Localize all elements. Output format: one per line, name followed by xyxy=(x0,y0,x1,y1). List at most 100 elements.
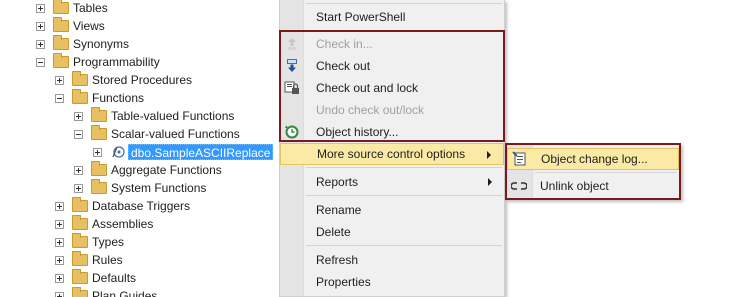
submenu-item-object-change-log[interactable]: Object change log... xyxy=(507,148,679,170)
folder-icon xyxy=(72,233,88,248)
expand-icon[interactable] xyxy=(74,165,83,175)
folder-icon xyxy=(53,35,69,50)
tree-node-label: Defaults xyxy=(92,271,137,285)
folder-icon xyxy=(72,71,88,86)
tree-node-label: Database Triggers xyxy=(92,199,191,213)
collapse-icon[interactable] xyxy=(55,93,64,103)
submenu-item-unlink-object[interactable]: Unlink object xyxy=(507,175,679,197)
tree-node-functions[interactable]: Functions xyxy=(55,89,144,107)
folder-icon xyxy=(53,0,69,14)
tree-node-label: Rules xyxy=(92,253,123,267)
check-out-icon xyxy=(284,58,300,74)
menu-item-undo-check-out[interactable]: Undo check out/lock xyxy=(280,99,504,121)
tree-node-database-triggers[interactable]: Database Triggers xyxy=(55,197,190,215)
menu-item-properties[interactable]: Properties xyxy=(280,271,504,293)
tree-node-synonyms[interactable]: Synonyms xyxy=(36,35,129,53)
folder-icon xyxy=(72,287,88,297)
check-out-lock-icon xyxy=(284,80,300,96)
collapse-icon[interactable] xyxy=(36,57,45,67)
expand-icon[interactable] xyxy=(55,219,64,229)
expand-icon[interactable] xyxy=(55,273,64,283)
tree-node-stored-procedures[interactable]: Stored Procedures xyxy=(55,71,192,89)
expand-icon[interactable] xyxy=(93,147,102,157)
tree-node-rules[interactable]: Rules xyxy=(55,251,123,269)
menu-item-label: Start PowerShell xyxy=(316,10,406,24)
submenu-arrow-icon xyxy=(488,178,492,186)
change-log-icon xyxy=(512,151,528,167)
folder-icon xyxy=(53,17,69,32)
tree-node-label: Plan Guides xyxy=(92,289,158,297)
tree-node-label: Synonyms xyxy=(73,37,130,51)
menu-item-label: Refresh xyxy=(316,253,359,267)
folder-icon xyxy=(91,179,107,194)
expand-icon[interactable] xyxy=(55,255,64,265)
object-explorer-tree: Tables Views Synonyms Programmability St… xyxy=(0,0,280,297)
folder-icon xyxy=(91,161,107,176)
selected-node-label: dbo.SampleASCIIReplace xyxy=(128,144,274,160)
folder-icon xyxy=(53,53,69,68)
menu-item-delete[interactable]: Delete xyxy=(280,221,504,243)
expand-icon[interactable] xyxy=(55,291,64,297)
tree-node-sample-ascii-replace[interactable]: dbo.SampleASCIIReplace xyxy=(93,143,274,161)
tree-node-defaults[interactable]: Defaults xyxy=(55,269,136,287)
tree-node-label: Tables xyxy=(73,1,108,15)
scalar-function-icon xyxy=(110,145,126,159)
tree-node-programmability[interactable]: Programmability xyxy=(36,53,160,71)
menu-item-label: Undo check out/lock xyxy=(316,103,425,117)
tree-node-label: Aggregate Functions xyxy=(111,163,222,177)
expand-icon[interactable] xyxy=(55,201,64,211)
menu-item-object-history[interactable]: Object history... xyxy=(280,121,504,143)
tree-node-label: Programmability xyxy=(73,55,160,69)
menu-item-reports[interactable]: Reports xyxy=(280,171,504,193)
menu-separator xyxy=(306,245,502,246)
tree-node-plan-guides[interactable]: Plan Guides xyxy=(55,287,157,297)
history-icon xyxy=(284,124,300,140)
expand-icon[interactable] xyxy=(74,183,83,193)
expand-icon[interactable] xyxy=(36,21,45,31)
expand-icon[interactable] xyxy=(55,237,64,247)
expand-icon[interactable] xyxy=(36,39,45,49)
check-in-icon xyxy=(284,36,300,52)
menu-item-label: Object history... xyxy=(316,125,399,139)
unlink-icon xyxy=(511,178,527,194)
menu-item-start-powershell[interactable]: Start PowerShell xyxy=(280,6,504,28)
collapse-icon[interactable] xyxy=(74,129,83,139)
folder-icon xyxy=(72,251,88,266)
tree-node-views[interactable]: Views xyxy=(36,17,105,35)
menu-item-check-out-and-lock[interactable]: Check out and lock xyxy=(280,77,504,99)
tree-node-label: Types xyxy=(92,235,125,249)
expand-icon[interactable] xyxy=(36,3,45,13)
submenu-separator xyxy=(535,172,677,173)
tree-node-label: Stored Procedures xyxy=(92,73,193,87)
tree-node-scalar-valued-functions[interactable]: Scalar-valued Functions xyxy=(74,125,240,143)
submenu-arrow-icon xyxy=(487,151,491,159)
menu-item-label: Rename xyxy=(316,203,362,217)
tree-node-tables[interactable]: Tables xyxy=(36,0,108,17)
context-menu: Start PowerShell Check in... Check out C… xyxy=(279,0,505,297)
menu-item-label: Check out xyxy=(316,59,371,73)
menu-separator xyxy=(306,195,502,196)
expand-icon[interactable] xyxy=(55,75,64,85)
tree-node-aggregate-functions[interactable]: Aggregate Functions xyxy=(74,161,222,179)
folder-icon xyxy=(91,125,107,140)
menu-item-more-source-control[interactable]: More source control options xyxy=(280,143,504,165)
tree-node-types[interactable]: Types xyxy=(55,233,124,251)
menu-item-label: Properties xyxy=(316,275,371,289)
tree-node-system-functions[interactable]: System Functions xyxy=(74,179,206,197)
tree-node-label: System Functions xyxy=(111,181,207,195)
folder-icon xyxy=(91,107,107,122)
menu-item-label: More source control options xyxy=(317,147,466,161)
menu-item-rename[interactable]: Rename xyxy=(280,199,504,221)
folder-icon xyxy=(72,215,88,230)
menu-item-check-out[interactable]: Check out xyxy=(280,55,504,77)
menu-item-label: Check out and lock xyxy=(316,81,419,95)
submenu-item-label: Unlink object xyxy=(540,179,609,193)
tree-node-label: Views xyxy=(73,19,105,33)
menu-item-label: Check in... xyxy=(316,37,373,51)
tree-node-table-valued-functions[interactable]: Table-valued Functions xyxy=(74,107,234,125)
menu-item-refresh[interactable]: Refresh xyxy=(280,249,504,271)
expand-icon[interactable] xyxy=(74,111,83,121)
tree-node-assemblies[interactable]: Assemblies xyxy=(55,215,153,233)
menu-item-check-in[interactable]: Check in... xyxy=(280,33,504,55)
submenu-item-label: Object change log... xyxy=(541,152,648,166)
